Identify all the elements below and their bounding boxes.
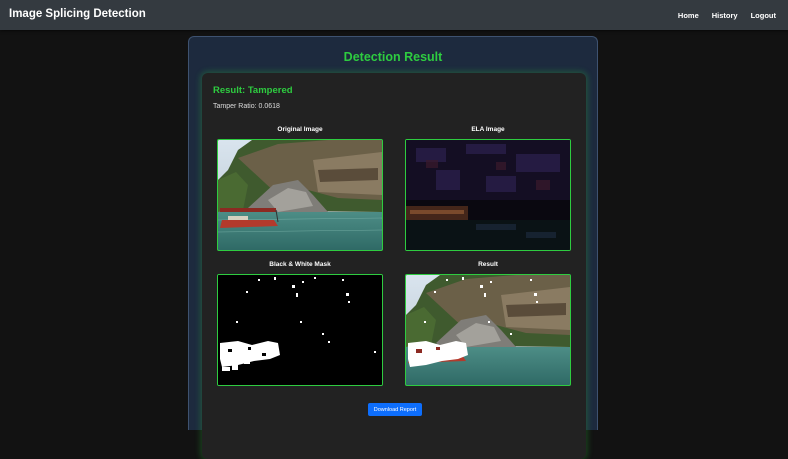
original-image: [217, 139, 383, 251]
result-status: Result: Tampered: [213, 85, 293, 96]
nav-link-logout[interactable]: Logout: [751, 11, 776, 20]
navbar: Image Splicing Detection Home History Lo…: [0, 0, 788, 30]
page-title: Detection Result: [343, 50, 443, 64]
mask-image-caption: Black & White Mask: [269, 261, 331, 268]
result-image: [405, 274, 571, 386]
nav-link-home[interactable]: Home: [678, 11, 699, 20]
tamper-ratio-text: Tamper Ratio: 0.0618: [213, 103, 280, 110]
download-report-button[interactable]: Download Report: [368, 403, 422, 416]
ela-image: [405, 139, 571, 251]
detection-result-card: Detection Result Result: Tampered Tamper…: [188, 36, 598, 459]
nav-links: Home History Logout: [678, 11, 776, 20]
result-image-caption: Result: [478, 261, 498, 268]
original-image-caption: Original Image: [277, 126, 323, 133]
ela-image-caption: ELA Image: [471, 126, 505, 133]
nav-link-history[interactable]: History: [712, 11, 738, 20]
result-panel: Result: Tampered Tamper Ratio: 0.0618 Or…: [202, 73, 586, 459]
mask-image: [217, 274, 383, 386]
brand-title[interactable]: Image Splicing Detection: [9, 8, 146, 20]
